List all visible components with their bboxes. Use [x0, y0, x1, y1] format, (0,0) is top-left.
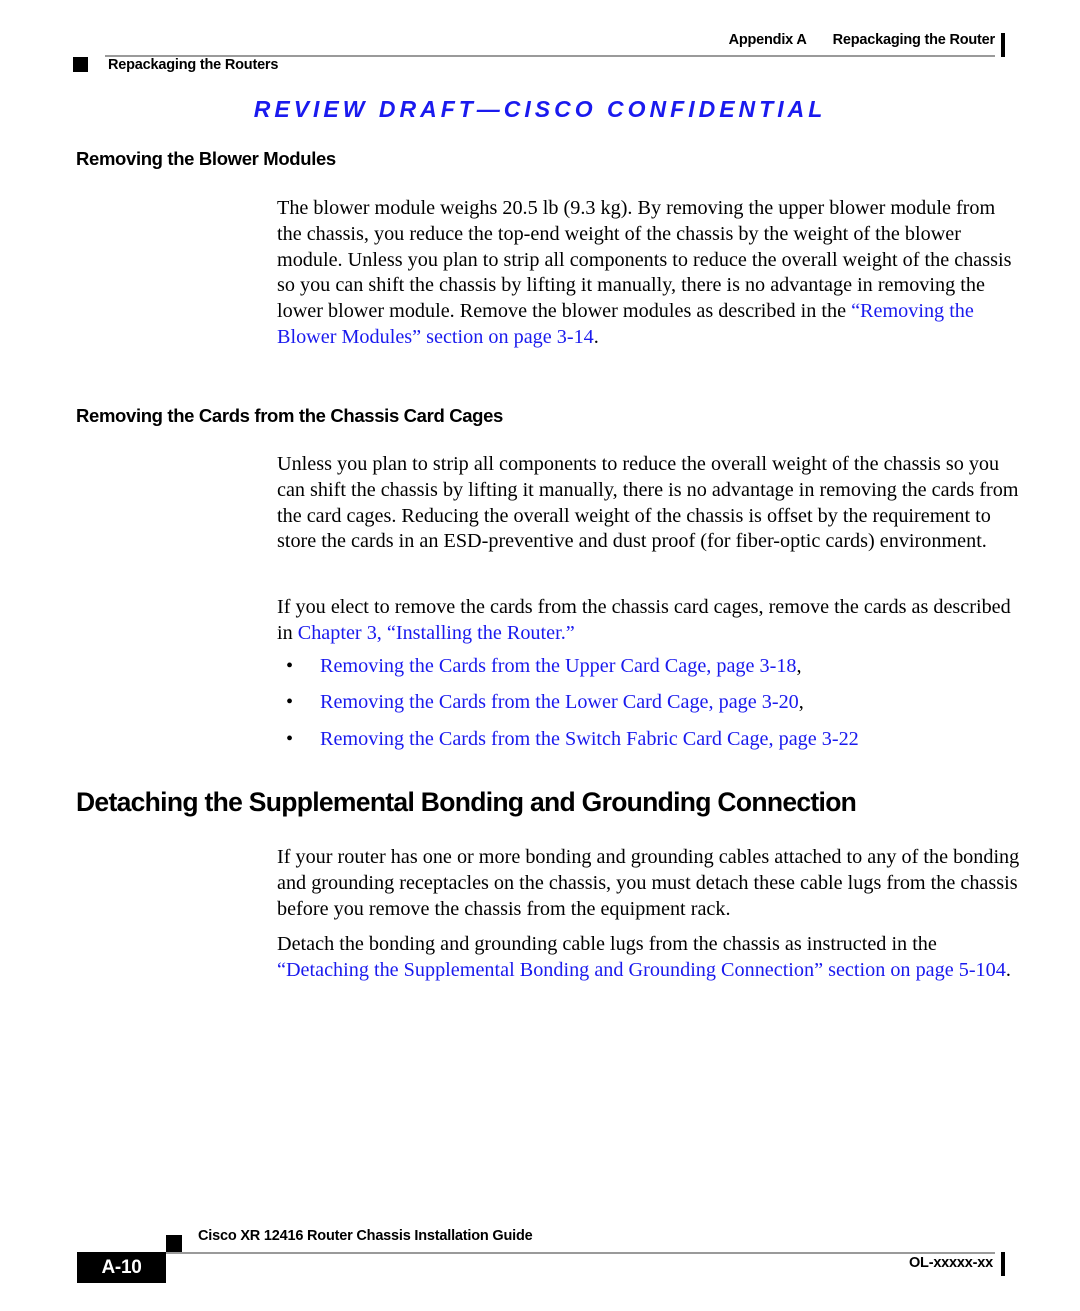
- link-chapter-3-installing-the-router[interactable]: Chapter 3, “Installing the Router.”: [298, 622, 575, 644]
- list-item-tail: ,: [798, 691, 804, 713]
- appendix-label: Appendix A: [728, 32, 807, 48]
- footer-square-marker-icon: [166, 1235, 182, 1252]
- footer-document-title: Cisco XR 12416 Router Chassis Installati…: [198, 1228, 533, 1244]
- review-draft-banner: REVIEW DRAFT—CISCO CONFIDENTIAL: [253, 96, 827, 122]
- paragraph-cards-1: Unless you plan to strip all components …: [277, 453, 1019, 553]
- paragraph-blower-1: The blower module weighs 20.5 lb (9.3 kg…: [277, 196, 1022, 351]
- bullet-icon: •: [286, 728, 294, 750]
- running-header-left: Repackaging the Routers: [108, 57, 279, 73]
- heading-detaching-bonding-grounding: Detaching the Supplemental Bonding and G…: [76, 787, 857, 817]
- link-upper-card-cage[interactable]: Removing the Cards from the Upper Card C…: [320, 655, 797, 677]
- link-switch-fabric-card-cage[interactable]: Removing the Cards from the Switch Fabri…: [320, 728, 859, 750]
- link-detaching-bonding-grounding[interactable]: “Detaching the Supplemental Bonding and …: [277, 959, 1006, 981]
- heading-removing-cards: Removing the Cards from the Chassis Card…: [76, 405, 503, 426]
- footer-right-tick-marker: [1001, 1252, 1005, 1276]
- paragraph-cards-2: If you elect to remove the cards from th…: [277, 595, 1022, 647]
- paragraph-detach-2-tail: .: [1005, 958, 1011, 981]
- footer-rule: [166, 1252, 995, 1254]
- link-lower-card-cage[interactable]: Removing the Cards from the Lower Card C…: [320, 691, 799, 713]
- footer-document-id: OL-xxxxx-xx: [908, 1255, 993, 1271]
- header-right-tick-marker: [1001, 33, 1005, 57]
- list-item: • Removing the Cards from the Lower Card…: [277, 690, 1037, 716]
- bullet-icon: •: [286, 691, 294, 713]
- paragraph-detach-2: Detach the bonding and grounding cable l…: [277, 932, 1022, 984]
- list-item: • Removing the Cards from the Upper Card…: [277, 654, 1037, 680]
- heading-removing-blower-modules: Removing the Blower Modules: [76, 148, 336, 169]
- paragraph-detach-2-text: Detach the bonding and grounding cable l…: [277, 933, 937, 955]
- header-square-marker-icon: [73, 57, 88, 72]
- running-header-right: Appendix A Repackaging the Router: [0, 32, 996, 48]
- bullet-icon: •: [286, 655, 294, 677]
- paragraph-blower-1-tail: .: [593, 325, 599, 348]
- document-page: Appendix A Repackaging the Router Repacka…: [0, 0, 1080, 1311]
- paragraph-detach-1: If your router has one or more bonding a…: [277, 846, 1020, 920]
- list-item-tail: ,: [796, 655, 802, 677]
- list-item: • Removing the Cards from the Switch Fab…: [277, 727, 1037, 753]
- running-header-title: Repackaging the Router: [832, 32, 996, 48]
- list-item-text: Removing the Cards from the Upper Card C…: [320, 654, 1037, 680]
- list-item-text: Removing the Cards from the Lower Card C…: [320, 690, 1037, 716]
- list-item-text: Removing the Cards from the Switch Fabri…: [320, 727, 1037, 753]
